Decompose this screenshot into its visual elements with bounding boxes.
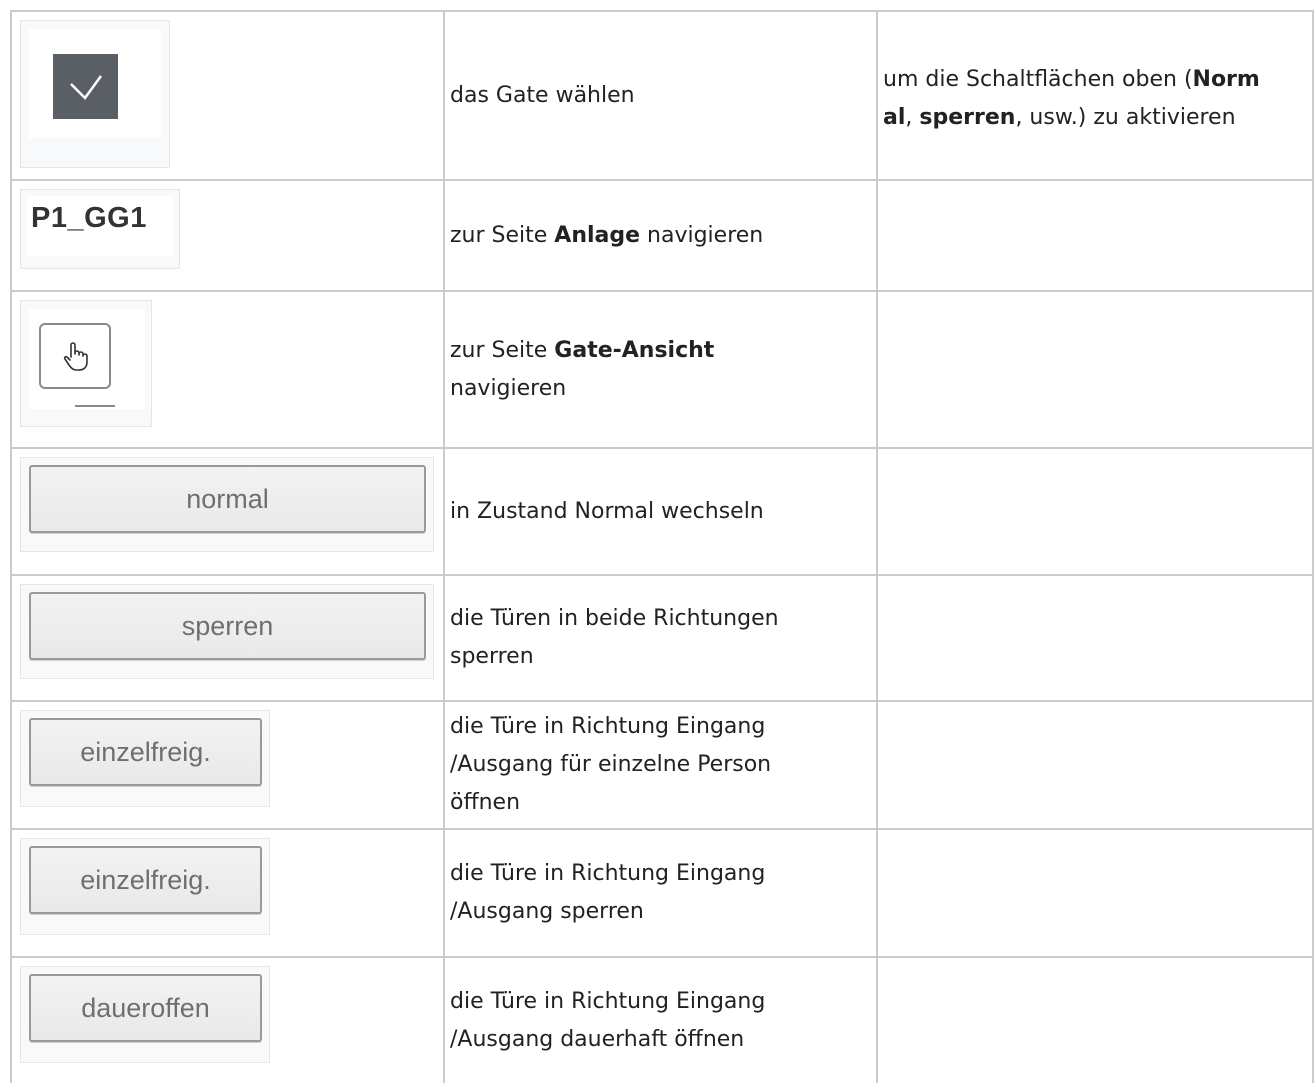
note-cell: um die Schaltflächen oben (Norm al, sperr… bbox=[876, 12, 1314, 179]
image-cell bbox=[10, 292, 443, 447]
checkmark-icon bbox=[70, 75, 103, 100]
checkbox-image bbox=[20, 20, 170, 168]
table-row: das Gate wählen um die Schaltflächen obe… bbox=[10, 12, 1314, 181]
hand-button[interactable] bbox=[39, 323, 111, 389]
image-cell: einzelfreig. bbox=[10, 830, 443, 956]
image-cell: daueroffen bbox=[10, 958, 443, 1083]
image-cell: sperren bbox=[10, 576, 443, 700]
sperren-button-image: sperren bbox=[20, 584, 434, 679]
table-row: zur Seite Gate-Ansicht navigieren bbox=[10, 292, 1314, 449]
action-text: zur Seite Gate-Ansicht navigieren bbox=[450, 337, 715, 401]
image-cell: P1_GG1 bbox=[10, 181, 443, 290]
action-text: in Zustand Normal wechseln bbox=[450, 498, 764, 524]
note-cell bbox=[876, 449, 1314, 574]
einzelfreig-open-button[interactable]: einzelfreig. bbox=[29, 718, 262, 786]
action-cell: zur Seite Anlage navigieren bbox=[443, 181, 876, 290]
normal-button-image: normal bbox=[20, 457, 434, 552]
table-row: normal in Zustand Normal wechseln bbox=[10, 449, 1314, 576]
help-table: das Gate wählen um die Schaltflächen obe… bbox=[10, 10, 1314, 1083]
action-cell: zur Seite Gate-Ansicht navigieren bbox=[443, 292, 876, 447]
action-text: die Türen in beide Richtungen sperren bbox=[450, 606, 779, 669]
note-cell bbox=[876, 576, 1314, 700]
image-cell bbox=[10, 12, 443, 179]
daueroffen-button[interactable]: daueroffen bbox=[29, 974, 262, 1042]
einzelfreig-open-button-image: einzelfreig. bbox=[20, 710, 270, 807]
daueroffen-button-image: daueroffen bbox=[20, 966, 270, 1063]
einzelfreig-lock-button-image: einzelfreig. bbox=[20, 838, 270, 935]
image-cell: einzelfreig. bbox=[10, 702, 443, 828]
einzelfreig-lock-button[interactable]: einzelfreig. bbox=[29, 846, 262, 914]
note-cell bbox=[876, 702, 1314, 828]
action-cell: die Türe in Richtung Eingang/Ausgang spe… bbox=[443, 830, 876, 956]
table-row: sperren die Türen in beide Richtungen spe… bbox=[10, 576, 1314, 702]
table-row: einzelfreig. die Türe in Richtung Eingan… bbox=[10, 702, 1314, 830]
image-cell: normal bbox=[10, 449, 443, 574]
note-text: um die Schaltflächen oben (Norm al, sperr… bbox=[883, 67, 1260, 130]
table-row: daueroffen die Türe in Richtung Eingang /… bbox=[10, 958, 1314, 1083]
action-text: die Türe in Richtung Eingang/Ausgang spe… bbox=[450, 861, 766, 924]
note-cell bbox=[876, 830, 1314, 956]
action-cell: die Türen in beide Richtungen sperren bbox=[443, 576, 876, 700]
action-cell: die Türe in Richtung Eingang/Ausgang dau… bbox=[443, 958, 876, 1083]
gate-id-label[interactable]: P1_GG1 bbox=[31, 202, 147, 235]
action-text: zur Seite Anlage navigieren bbox=[450, 222, 764, 248]
action-text: die Türe in Richtung Eingang/Ausgang dau… bbox=[450, 988, 766, 1052]
note-cell bbox=[876, 292, 1314, 447]
hand-button-image bbox=[20, 300, 152, 427]
hand-pointer-icon bbox=[63, 342, 88, 371]
table-row: P1_GG1 zur Seite Anlage navigieren bbox=[10, 181, 1314, 292]
gate-id-image: P1_GG1 bbox=[20, 189, 180, 269]
checkbox[interactable] bbox=[53, 54, 118, 119]
action-text: das Gate wählen bbox=[450, 82, 635, 108]
action-cell: die Türe in Richtung Eingang/Ausgang für… bbox=[443, 702, 876, 828]
action-text: die Türe in Richtung Eingang/Ausgang für… bbox=[450, 714, 772, 815]
action-cell: das Gate wählen bbox=[443, 12, 876, 179]
normal-button[interactable]: normal bbox=[29, 465, 426, 533]
note-bold-sperren: sperren bbox=[919, 105, 1016, 130]
sperren-button[interactable]: sperren bbox=[29, 592, 426, 660]
table-row: einzelfreig. die Türe in Richtung Eingan… bbox=[10, 830, 1314, 958]
note-cell bbox=[876, 958, 1314, 1083]
note-cell bbox=[876, 181, 1314, 290]
action-cell: in Zustand Normal wechseln bbox=[443, 449, 876, 574]
